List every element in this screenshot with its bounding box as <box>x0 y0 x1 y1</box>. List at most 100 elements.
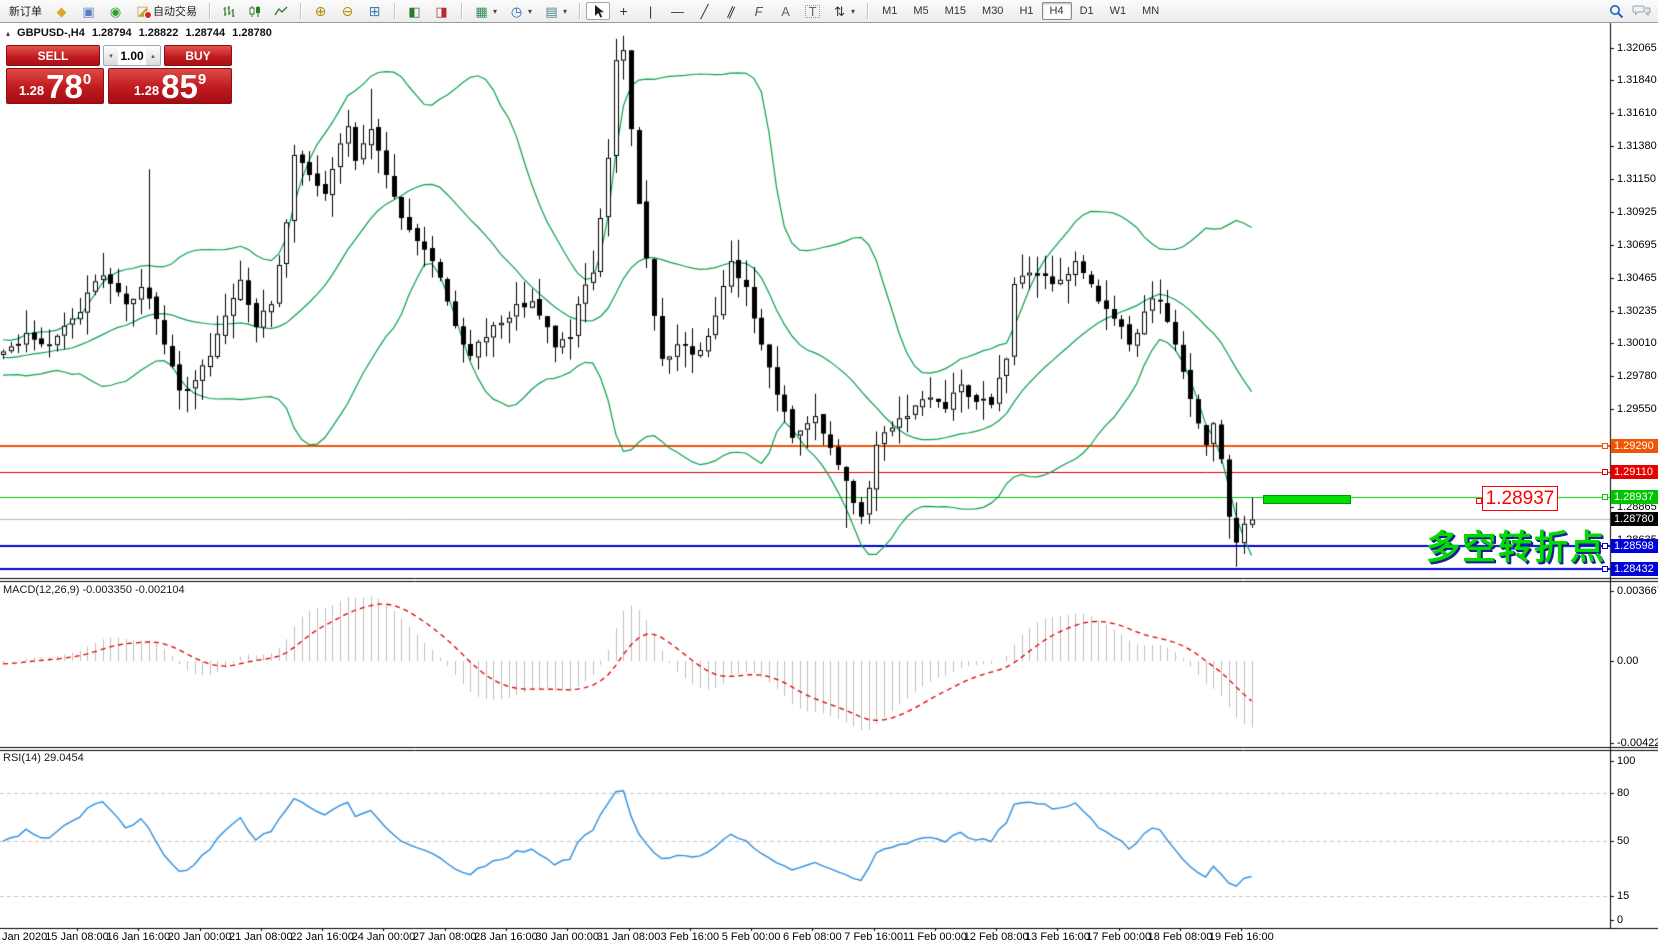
add-indicator-icon: ▦ <box>474 5 489 18</box>
fibonacci-icon: F <box>751 5 766 18</box>
vertical-line-tool-button[interactable]: | <box>637 2 664 20</box>
chevron-down-icon: ▾ <box>563 7 567 16</box>
sell-button[interactable]: SELL <box>6 45 100 66</box>
chart-context-icon: ▴ <box>6 29 10 38</box>
text-tool-button[interactable]: A <box>772 2 799 20</box>
timeframe-button-m1[interactable]: M1 <box>874 2 905 20</box>
price-axis-tick: 1.29550 <box>1617 403 1657 415</box>
price-axis-tick: 1.30235 <box>1617 305 1657 317</box>
buy-button[interactable]: BUY <box>164 45 232 66</box>
horizontal-line-tool-button[interactable]: ― <box>664 2 691 20</box>
volume-decrease-button[interactable]: ▾ <box>104 46 118 65</box>
macd-axis-tick: -0.00422 <box>1617 737 1658 749</box>
channel-icon: ∥ <box>722 2 741 20</box>
zoom-in-button[interactable]: ⊕ <box>307 2 334 20</box>
new-order-button[interactable]: 新订单 <box>3 2 48 20</box>
auto-trading-label: 自动交易 <box>153 3 197 19</box>
text-label-icon: T <box>805 5 820 18</box>
timeframe-button-m15[interactable]: M15 <box>937 2 974 20</box>
one-click-trading-panel: SELL ▾ ▴ BUY 1.28 78 0 1.28 85 9 <box>6 45 232 104</box>
auto-scroll-button[interactable]: ◧ <box>401 2 428 20</box>
timeframe-button-h4[interactable]: H4 <box>1042 2 1072 20</box>
zoom-out-button[interactable]: ⊖ <box>334 2 361 20</box>
close-value: 1.28780 <box>232 27 272 39</box>
turning-point-annotation[interactable]: 多空转折点 <box>1426 520 1606 569</box>
price-chart-canvas[interactable] <box>0 0 1658 946</box>
toolbar-separator <box>867 3 868 19</box>
text-icon: A <box>778 5 793 18</box>
templates-button[interactable]: ▤ ▾ <box>538 2 573 20</box>
timeframe-button-d1[interactable]: D1 <box>1072 2 1102 20</box>
time-axis-label: 21 Jan 08:00 <box>229 931 293 943</box>
rsi-axis-tick: 50 <box>1617 835 1629 847</box>
price-axis-tick: 1.31840 <box>1617 74 1657 86</box>
timeframe-button-mn[interactable]: MN <box>1134 2 1167 20</box>
time-axis-label: 19 Feb 16:00 <box>1209 931 1274 943</box>
trendline-icon: ╱ <box>697 5 712 18</box>
chart-shift-button[interactable]: ◨ <box>428 2 455 20</box>
price-axis-tick: 1.32065 <box>1617 42 1657 54</box>
bid-price-button[interactable]: 1.28 78 0 <box>6 68 104 104</box>
symbol-period-label: GBPUSD-,H4 <box>17 27 85 39</box>
timeframe-button-w1[interactable]: W1 <box>1102 2 1135 20</box>
arrows-tool-button[interactable]: ⇅ ▾ <box>826 2 861 20</box>
ask-big-digits: 85 <box>161 72 198 102</box>
time-axis-label: 18 Feb 08:00 <box>1148 931 1213 943</box>
highlight-bar-object[interactable] <box>1263 495 1351 504</box>
timeframe-button-m5[interactable]: M5 <box>905 2 936 20</box>
time-axis-label: 27 Jan 08:00 <box>413 931 477 943</box>
ask-pip-digit: 9 <box>198 71 206 88</box>
zoom-in-icon: ⊕ <box>313 5 328 18</box>
auto-trading-button[interactable]: ◪ 自动交易 <box>129 2 203 20</box>
price-callout-box[interactable]: 1.28937 <box>1482 486 1558 511</box>
time-axis-label: 20 Jan 00:00 <box>168 931 232 943</box>
toolbar-separator <box>579 3 580 19</box>
price-level-chip: 1.28780 <box>1611 512 1658 526</box>
price-axis-tick: 1.31610 <box>1617 107 1657 119</box>
fibonacci-tool-button[interactable]: F <box>745 2 772 20</box>
timeframe-button-m30[interactable]: M30 <box>974 2 1011 20</box>
tile-windows-icon: ⊞ <box>367 5 382 18</box>
price-axis-tick: 1.31380 <box>1617 140 1657 152</box>
volume-increase-button[interactable]: ▴ <box>146 46 160 65</box>
search-icon[interactable] <box>1609 4 1624 19</box>
ask-prefix: 1.28 <box>134 83 159 98</box>
time-axis-label: 7 Feb 16:00 <box>844 931 903 943</box>
price-axis-tick: 1.30010 <box>1617 337 1657 349</box>
timeframe-switcher: M1M5M15M30H1H4D1W1MN <box>871 0 1170 22</box>
signal-button[interactable]: ◉ <box>102 2 129 20</box>
ask-price-button[interactable]: 1.28 85 9 <box>108 68 232 104</box>
trendline-tool-button[interactable]: ╱ <box>691 2 718 20</box>
channel-tool-button[interactable]: ∥ <box>718 2 745 20</box>
macd-axis-tick: 0.00 <box>1617 655 1638 667</box>
time-axis-label: 3 Feb 16:00 <box>660 931 719 943</box>
chevron-down-icon: ▾ <box>528 7 532 16</box>
crosshair-tool-button[interactable]: + <box>610 2 637 20</box>
chat-icon[interactable] <box>1632 4 1652 18</box>
rsi-axis-tick: 100 <box>1617 755 1635 767</box>
time-axis-label: 11 Feb 00:00 <box>903 931 967 943</box>
tile-windows-button[interactable]: ⊞ <box>361 2 388 20</box>
indicators-button[interactable]: ▦ ▾ <box>468 2 503 20</box>
auto-scroll-icon: ◧ <box>407 5 422 18</box>
macd-label: MACD(12,26,9) -0.003350 -0.002104 <box>3 584 185 596</box>
candle-chart-mode-button[interactable] <box>242 2 268 20</box>
arrows-icon: ⇅ <box>832 5 847 18</box>
cursor-tool-button[interactable] <box>586 2 610 20</box>
market-watch-button[interactable]: ◆ <box>48 2 75 20</box>
volume-input[interactable] <box>118 46 146 65</box>
line-anchor-square <box>1602 469 1608 475</box>
new-order-label: 新订单 <box>9 3 42 19</box>
price-axis-tick: 1.31150 <box>1617 173 1656 185</box>
rsi-label: RSI(14) 29.0454 <box>3 752 84 764</box>
horizontal-line-icon: ― <box>670 5 685 18</box>
metaeditor-button[interactable]: ▣ <box>75 2 102 20</box>
toolbar: 新订单 ◆ ▣ ◉ ◪ 自动交易 <box>0 0 1658 23</box>
timeframe-button-h1[interactable]: H1 <box>1011 2 1041 20</box>
line-chart-mode-button[interactable] <box>268 2 294 20</box>
periods-button[interactable]: ◷ ▾ <box>503 2 538 20</box>
toolbar-separator <box>300 3 301 19</box>
bar-chart-mode-button[interactable] <box>216 2 242 20</box>
text-label-tool-button[interactable]: T <box>799 2 826 20</box>
price-level-chip: 1.28432 <box>1611 562 1658 576</box>
